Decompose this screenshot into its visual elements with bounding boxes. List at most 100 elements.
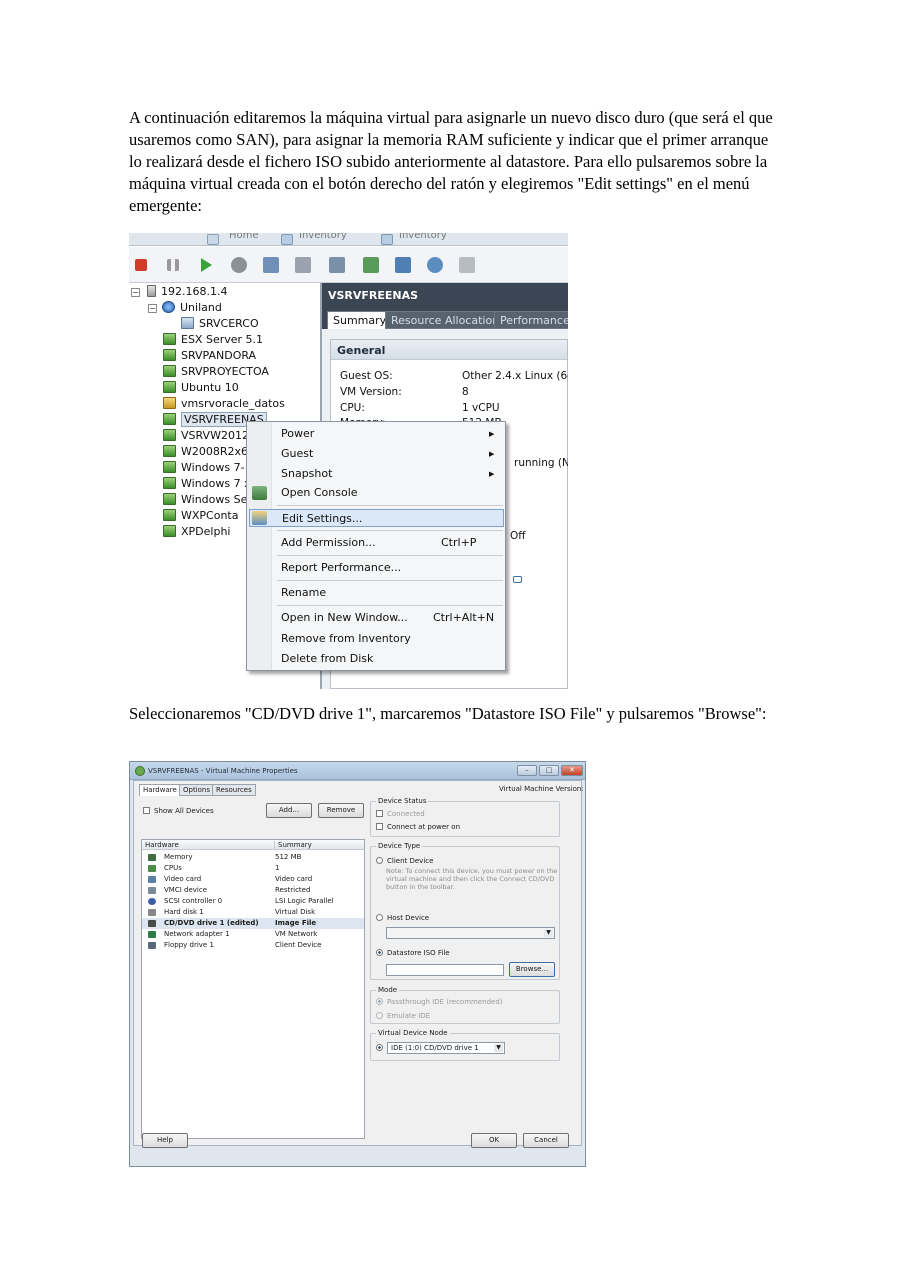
hardware-panel: Show All Devices Add... Remove Hardware … — [138, 798, 365, 1139]
tree-node-vm[interactable]: ESX Server 5.1 — [163, 332, 263, 347]
vm-icon — [163, 365, 176, 377]
browse-button[interactable]: Browse... — [509, 962, 555, 977]
tree-node-vm[interactable]: vmsrvoracle_datos — [163, 396, 285, 411]
table-row[interactable]: VMCI device Restricted — [142, 885, 364, 896]
tools-icon[interactable] — [427, 257, 443, 273]
vdn-label: Virtual Device Node — [376, 1029, 450, 1037]
table-row[interactable]: Video card Video card — [142, 874, 364, 885]
emulate-radio[interactable]: Emulate IDE — [376, 1012, 430, 1020]
menu-item-delete-disk[interactable]: Delete from Disk — [273, 650, 505, 668]
cancel-button[interactable]: Cancel — [523, 1133, 569, 1148]
table-row[interactable]: CPUs 1 — [142, 863, 364, 874]
reset-icon[interactable] — [231, 257, 247, 273]
minimize-icon[interactable]: – — [517, 765, 537, 776]
menu-item-open-console[interactable]: Open Console — [273, 484, 505, 502]
inventory-icon — [281, 234, 293, 245]
menu-item-edit-settings[interactable]: Edit Settings... — [249, 509, 504, 527]
tree-node-vm[interactable]: Windows Ser — [163, 492, 252, 507]
menu-item-rename[interactable]: Rename — [273, 584, 505, 602]
tools-alt-icon[interactable] — [459, 257, 475, 273]
vm-icon — [163, 429, 176, 441]
hardware-table: Hardware Summary Memory 512 MB CPUs 1 Vide… — [141, 839, 365, 1139]
tree-node-vm[interactable]: WXPConta — [163, 508, 238, 523]
vm-properties-dialog: VSRVFREENAS - Virtual Machine Properties… — [129, 761, 586, 1167]
menu-item-power[interactable]: Power ▶ — [273, 425, 505, 443]
menu-item-report-performance[interactable]: Report Performance... — [273, 559, 505, 577]
tab-performance[interactable]: Performance — [494, 311, 568, 329]
menu-item-add-permission[interactable]: Add Permission... Ctrl+P — [273, 534, 505, 552]
network-adapter-icon — [148, 931, 156, 938]
tab-options[interactable]: Options — [179, 784, 215, 796]
vdn-select[interactable]: IDE (1:0) CD/DVD drive 1 ▼ — [387, 1042, 505, 1054]
host-device-select[interactable]: ▼ — [386, 927, 555, 939]
datastore-iso-radio[interactable]: Datastore ISO File — [376, 949, 450, 957]
edit-settings-icon[interactable] — [395, 257, 411, 273]
connected-checkbox[interactable]: Connected — [376, 810, 425, 818]
add-button[interactable]: Add... — [266, 803, 312, 818]
tree-node-vm[interactable]: SRVPANDORA — [163, 348, 256, 363]
tree-node-vm[interactable]: Ubuntu 10 — [163, 380, 239, 395]
snapshot-icon[interactable] — [263, 257, 279, 273]
table-row[interactable]: Network adapter 1 VM Network — [142, 929, 364, 940]
menu-item-snapshot[interactable]: Snapshot ▶ — [273, 465, 505, 483]
show-all-devices-checkbox[interactable]: Show All Devices — [143, 807, 214, 815]
mode-label: Mode — [376, 986, 400, 994]
memory-icon — [148, 854, 156, 861]
nav-inventory[interactable]: Inventory — [299, 233, 347, 241]
tree-node-vm[interactable]: Windows 7 x — [163, 476, 251, 491]
menu-separator — [277, 530, 503, 531]
tab-resource-allocation[interactable]: Resource Allocation — [385, 311, 506, 329]
vm-lock-icon — [163, 397, 176, 409]
collapse-icon[interactable]: − — [148, 304, 157, 313]
pause-icon[interactable] — [167, 259, 179, 271]
client-device-note: Note: To connect this device, you must p… — [386, 867, 558, 891]
close-icon[interactable]: ✕ — [561, 765, 583, 776]
tree-node-vm[interactable]: SRVPROYECTOA — [163, 364, 269, 379]
tab-summary[interactable]: Summary — [327, 311, 393, 329]
vm-icon — [163, 381, 176, 393]
connect-power-on-checkbox[interactable]: Connect at power on — [376, 823, 460, 831]
nav-inventory-2[interactable]: Inventory — [399, 233, 447, 241]
context-menu: Power ▶ Guest ▶ Snapshot ▶ Open Console Edi… — [246, 421, 506, 671]
table-row-selected[interactable]: CD/DVD drive 1 (edited) Image File — [142, 918, 364, 929]
tab-resources[interactable]: Resources — [212, 784, 256, 796]
play-icon[interactable] — [201, 258, 212, 272]
tab-hardware[interactable]: Hardware — [139, 784, 181, 796]
iso-path-input[interactable] — [386, 964, 504, 976]
table-row[interactable]: SCSI controller 0 LSI Logic Parallel — [142, 896, 364, 907]
tree-node-vm[interactable]: SRVCERCO — [181, 316, 259, 331]
snapshot-manager-icon[interactable] — [329, 257, 345, 273]
navigation-bar: Home Inventory Inventory — [129, 233, 568, 246]
vdn-radio[interactable] — [376, 1044, 387, 1052]
stop-icon[interactable] — [135, 259, 147, 271]
nav-home[interactable]: Home — [229, 233, 259, 241]
tree-node-vm[interactable]: W2008R2x64 — [163, 444, 255, 459]
collapse-icon[interactable]: − — [131, 288, 140, 297]
table-row[interactable]: Hard disk 1 Virtual Disk — [142, 907, 364, 918]
menu-item-open-new-window[interactable]: Open in New Window... Ctrl+Alt+N — [273, 609, 505, 627]
column-header-hardware[interactable]: Hardware — [145, 841, 179, 849]
maximize-icon[interactable]: □ — [539, 765, 559, 776]
tree-node-host[interactable]: 192.168.1.4 — [147, 284, 227, 299]
client-device-radio[interactable]: Client Device — [376, 857, 433, 865]
menu-item-remove-inventory[interactable]: Remove from Inventory — [273, 630, 505, 648]
passthrough-radio[interactable]: Passthrough IDE (recommended) — [376, 998, 503, 1006]
tree-node-vm[interactable]: VSRVW2012 — [163, 428, 249, 443]
tree-node-vm[interactable]: XPDelphi — [163, 524, 230, 539]
menu-item-guest[interactable]: Guest ▶ — [273, 445, 505, 463]
remove-button[interactable]: Remove — [318, 803, 364, 818]
tree-node-datacenter[interactable]: Uniland — [162, 300, 222, 315]
dialog-footer: Help OK Cancel — [133, 1133, 582, 1166]
tree-node-vm[interactable]: Windows 7- — [163, 460, 245, 475]
comment-icon — [513, 576, 522, 583]
help-button[interactable]: Help — [142, 1133, 188, 1148]
console-icon[interactable] — [363, 257, 379, 273]
column-header-summary[interactable]: Summary — [274, 841, 312, 850]
table-row[interactable]: Floppy drive 1 Client Device — [142, 940, 364, 951]
general-title: General — [331, 340, 567, 360]
ok-button[interactable]: OK — [471, 1133, 517, 1148]
revert-icon[interactable] — [295, 257, 311, 273]
table-row[interactable]: Memory 512 MB — [142, 852, 364, 863]
vm-icon — [163, 333, 176, 345]
host-device-radio[interactable]: Host Device — [376, 914, 429, 922]
